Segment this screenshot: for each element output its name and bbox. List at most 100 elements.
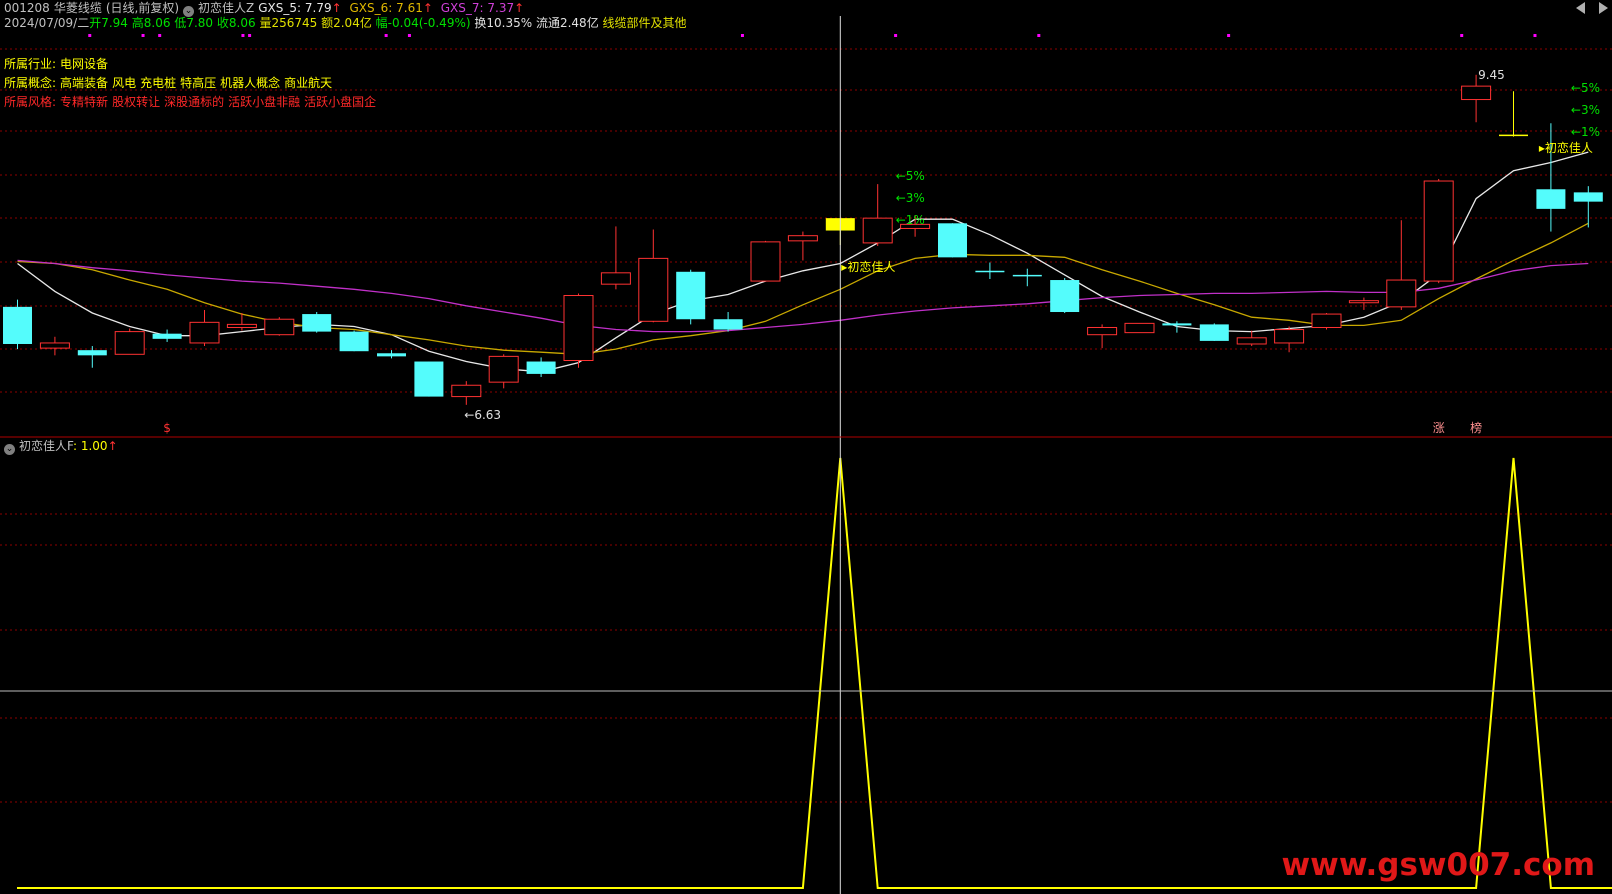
top-marker-dot [1533, 34, 1537, 37]
candle-body-up [1087, 326, 1118, 336]
concept-tag: 风电 [112, 76, 137, 90]
top-marker-dot [241, 34, 245, 37]
candle-body-down [1162, 323, 1192, 326]
concept-tag: 机器人概念 [220, 76, 281, 90]
candle-body-down [1012, 274, 1042, 277]
percent-target-label: ←3% [1571, 103, 1600, 117]
candle-body-down [676, 271, 706, 320]
top-marker-dot [740, 34, 744, 37]
candle-body-up [1423, 180, 1454, 282]
concept-tag: 高端装备 [60, 76, 109, 90]
chart-annotations: ←6.63 9.45 ▸初恋佳人 ▸初恋佳人 ←5% ←3% ←1% ←5% ←3% ←1% $ 涨 榜 [163, 68, 1600, 435]
top-marker-dot [158, 34, 162, 37]
quote-date: 2024/07/09/二 [4, 16, 90, 30]
ma5-arrow: ↑ [331, 1, 342, 15]
percent-target-label: ←1% [1571, 125, 1600, 139]
percent-target-label: ←3% [896, 191, 925, 205]
candle-body-down [77, 350, 107, 356]
industry-label: 所属行业: [4, 57, 57, 71]
concept-tag: 商业航天 [284, 76, 333, 90]
ma5-text: GXS_5: 7.79 [258, 1, 332, 15]
candle-body-up [39, 342, 70, 349]
ma6-text: GXS_6: 7.61 [349, 1, 423, 15]
concept-tag: 充电桩 [140, 76, 177, 90]
quote-low: 低7.80 [174, 16, 214, 30]
concept-tag: 特高压 [180, 76, 217, 90]
bottom-mark: 涨 [1433, 420, 1445, 435]
bottom-mark: 榜 [1470, 420, 1482, 435]
candle-body-down [938, 223, 967, 258]
scroll-left-icon[interactable] [1576, 2, 1585, 14]
candle-body-down [1536, 189, 1566, 209]
candle-body-down [1573, 192, 1603, 202]
ma7-text: GXS_7: 7.37 [440, 1, 515, 15]
candle-body-down [339, 331, 369, 352]
watermark-text: www.gsw007.com [1282, 847, 1595, 883]
top-marker-dot [248, 34, 252, 37]
candle-body-up [1274, 329, 1305, 344]
candle-body-up [600, 272, 631, 285]
quote-float: 流通2.48亿 [535, 16, 599, 30]
style-tag: 深股通标的 [164, 95, 225, 109]
period-mode[interactable]: (日线,前复权) [106, 1, 179, 15]
candle-body-up [1236, 337, 1267, 345]
moving-average-lines [17, 151, 1589, 373]
candle-body-up [638, 257, 669, 322]
stock-name: 华菱线缆 [53, 1, 102, 15]
ma5-value: GXS_5: 7.79↑ [258, 1, 341, 15]
quote-bar: 2024/07/09/二开7.94 高8.06 低7.80 收8.06 量256… [4, 15, 687, 31]
concept-label: 所属概念: [4, 76, 57, 90]
candle-body-down [152, 333, 182, 339]
lower-indicator-panel [17, 457, 1612, 889]
quote-open: 开7.94 [89, 16, 128, 30]
top-marker-dot [88, 34, 92, 37]
lower-panel-header: ⌄ 初恋佳人F: 1.00↑ [4, 438, 122, 455]
lower-indicator-arrow: ↑ [107, 439, 118, 453]
top-marker-dot [141, 34, 145, 37]
candlestick-series [3, 74, 1603, 405]
candle-body-down [414, 361, 444, 397]
quote-change: 幅-0.04(-0.49%) [375, 16, 471, 30]
candle-body-up [1311, 313, 1342, 328]
candle-body-up [1386, 279, 1417, 308]
stock-code: 001208 [4, 1, 50, 15]
stock-chart-canvas[interactable]: ←6.63 9.45 ▸初恋佳人 ▸初恋佳人 ←5% ←3% ←1% ←5% ←3% ←1% $ 涨 榜… [0, 0, 1612, 894]
indicator-name[interactable]: 初恋佳人Z [198, 1, 254, 15]
candle-body-down [302, 314, 332, 332]
ma-line-gxs_5 [17, 151, 1589, 373]
candle-body-up [264, 318, 295, 336]
ma7-arrow: ↑ [514, 1, 525, 15]
top-marker-dot [894, 34, 898, 37]
candle-body-down [377, 353, 406, 357]
scroll-right-icon[interactable] [1599, 2, 1608, 14]
style-row: 所属风格: 专精特新 股权转让 深股通标的 活跃小盘非融 活跃小盘国企 [4, 94, 380, 110]
candle-body-up [451, 384, 482, 398]
signal-label: ▸初恋佳人 [1539, 140, 1593, 155]
candle-body-up [114, 331, 145, 355]
top-marker-dot [1227, 34, 1231, 37]
top-marker-dot [1460, 34, 1464, 37]
quote-volume: 量256745 [259, 16, 318, 30]
candle-body-down [1050, 280, 1080, 313]
lower-indicator-name[interactable]: 初恋佳人F [19, 439, 73, 453]
quote-sector[interactable]: 线缆部件及其他 [603, 16, 687, 30]
quote-high: 高8.06 [131, 16, 171, 30]
quote-amount: 额2.04亿 [321, 16, 372, 30]
quote-close: 收8.06 [216, 16, 256, 30]
candle-body-up [1124, 322, 1155, 334]
candle-body-down [713, 319, 743, 330]
signal-label: ▸初恋佳人 [841, 259, 895, 274]
style-tag: 专精特新 [60, 95, 109, 109]
top-marker-dot [407, 34, 411, 37]
candle-body-down [1199, 324, 1229, 341]
lower-indicator-dropdown-icon[interactable]: ⌄ [4, 444, 15, 455]
candle-body-up [1348, 300, 1379, 304]
candle-body-up [750, 241, 781, 282]
signal-line [17, 457, 1612, 889]
style-tag: 活跃小盘国企 [304, 95, 377, 109]
grid-lines [0, 34, 1612, 803]
ma6-arrow: ↑ [422, 1, 433, 15]
candle-body-up [488, 355, 519, 383]
top-marker-dot [384, 34, 388, 37]
low-price-label: ←6.63 [464, 408, 501, 422]
